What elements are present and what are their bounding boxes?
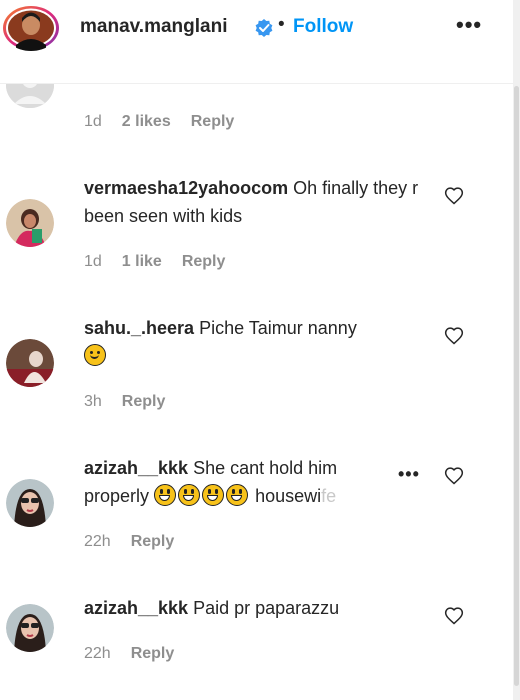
comment-body: She cant hold him xyxy=(188,458,338,478)
comment-avatar[interactable] xyxy=(6,604,54,652)
grinning-face-emoji xyxy=(154,484,177,506)
comment-meta: 1d 2 likes Reply xyxy=(84,113,234,131)
comment-text: azizah__kkk She cant hold him properly h… xyxy=(84,454,414,510)
header-username[interactable]: manav.manglani xyxy=(80,16,227,38)
grinning-face-emoji xyxy=(178,484,201,506)
reply-button[interactable]: Reply xyxy=(191,113,235,131)
like-heart-icon[interactable] xyxy=(444,606,464,626)
verified-badge-icon xyxy=(255,19,273,37)
like-heart-icon[interactable] xyxy=(444,466,464,486)
comment-time: 22h xyxy=(84,645,111,662)
comment-more-icon[interactable]: ••• xyxy=(398,464,420,485)
scrollbar-thumb[interactable] xyxy=(514,86,519,686)
comment-username[interactable]: vermaesha12yahoocom xyxy=(84,178,288,198)
profile-avatar[interactable] xyxy=(2,5,60,51)
grinning-face-emoji xyxy=(202,484,225,506)
comment-body-line2: properly xyxy=(84,486,150,506)
reply-button[interactable]: Reply xyxy=(131,645,175,663)
reply-button[interactable]: Reply xyxy=(182,253,226,271)
comment-meta: 22h Reply xyxy=(84,645,174,663)
comment-username[interactable]: azizah__kkk xyxy=(84,458,188,478)
comment-body: Paid pr paparazzu xyxy=(188,598,340,618)
comment-avatar[interactable] xyxy=(6,479,54,527)
reply-button[interactable]: Reply xyxy=(131,533,175,551)
smiling-face-emoji xyxy=(84,344,106,366)
header-separator: • xyxy=(278,14,285,35)
post-header: manav.manglani • Follow ••• xyxy=(0,0,520,84)
comment-username[interactable]: azizah__kkk xyxy=(84,598,188,618)
comment-text: sahu._.heera Piche Taimur nanny xyxy=(84,314,424,370)
comment-meta: 1d 1 like Reply xyxy=(84,253,225,271)
comment-time: 22h xyxy=(84,533,111,550)
comment-likes[interactable]: 1 like xyxy=(122,253,162,271)
like-heart-icon[interactable] xyxy=(444,326,464,346)
comment-body: Piche Taimur nanny xyxy=(194,318,357,338)
follow-button[interactable]: Follow xyxy=(293,16,353,38)
scrollbar[interactable] xyxy=(513,0,520,700)
comment-body-line2-end: housewi xyxy=(255,486,322,506)
comment-text: azizah__kkk Paid pr paparazzu xyxy=(84,594,424,622)
comment-text: vermaesha12yahoocom Oh finally they r be… xyxy=(84,174,424,230)
more-options-icon[interactable]: ••• xyxy=(456,12,482,38)
like-heart-icon[interactable] xyxy=(444,186,464,206)
comment-meta: 3h Reply xyxy=(84,393,165,411)
comment-likes[interactable]: 2 likes xyxy=(122,113,171,131)
comment-body-faded: fe xyxy=(321,486,337,506)
comment-time: 1d xyxy=(84,253,102,270)
comment-time: 3h xyxy=(84,393,102,410)
comment-meta: 22h Reply xyxy=(84,533,174,551)
comment-username[interactable]: sahu._.heera xyxy=(84,318,194,338)
grinning-face-emoji xyxy=(226,484,249,506)
comment-time: 1d xyxy=(84,113,102,130)
comment-avatar[interactable] xyxy=(6,339,54,387)
reply-button[interactable]: Reply xyxy=(122,393,166,411)
comment-avatar[interactable] xyxy=(6,199,54,247)
